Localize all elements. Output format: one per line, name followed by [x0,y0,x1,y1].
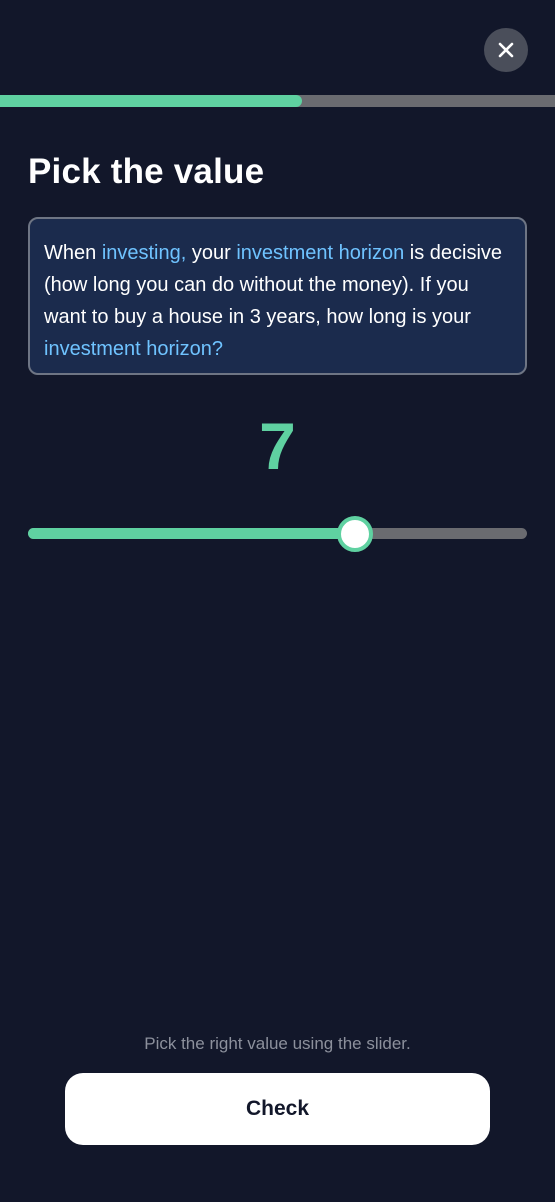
slider-value: 7 [259,409,296,483]
term-link-investing[interactable]: investing, [102,242,187,264]
slider-fill [28,528,355,539]
question-card: When investing, your investment horizon … [28,217,527,375]
close-button[interactable] [484,28,528,72]
term-link-investment-horizon-question[interactable]: investment horizon? [44,338,223,360]
check-button[interactable]: Check [65,1073,490,1145]
question-text: When investing, your investment horizon … [44,237,511,365]
page-title: Pick the value [28,152,265,191]
progress-bar [0,95,555,107]
slider-thumb[interactable] [336,516,373,552]
progress-bar-fill [0,95,303,107]
hint-text: Pick the right value using the slider. [144,1034,411,1053]
value-slider[interactable] [28,510,527,564]
question-text-segment: your [186,242,237,264]
question-text-segment: When [44,242,102,264]
close-icon [498,42,514,58]
quiz-screen: Pick the value When investing, your inve… [0,0,555,1202]
term-link-investment-horizon[interactable]: investment horizon [236,242,404,264]
